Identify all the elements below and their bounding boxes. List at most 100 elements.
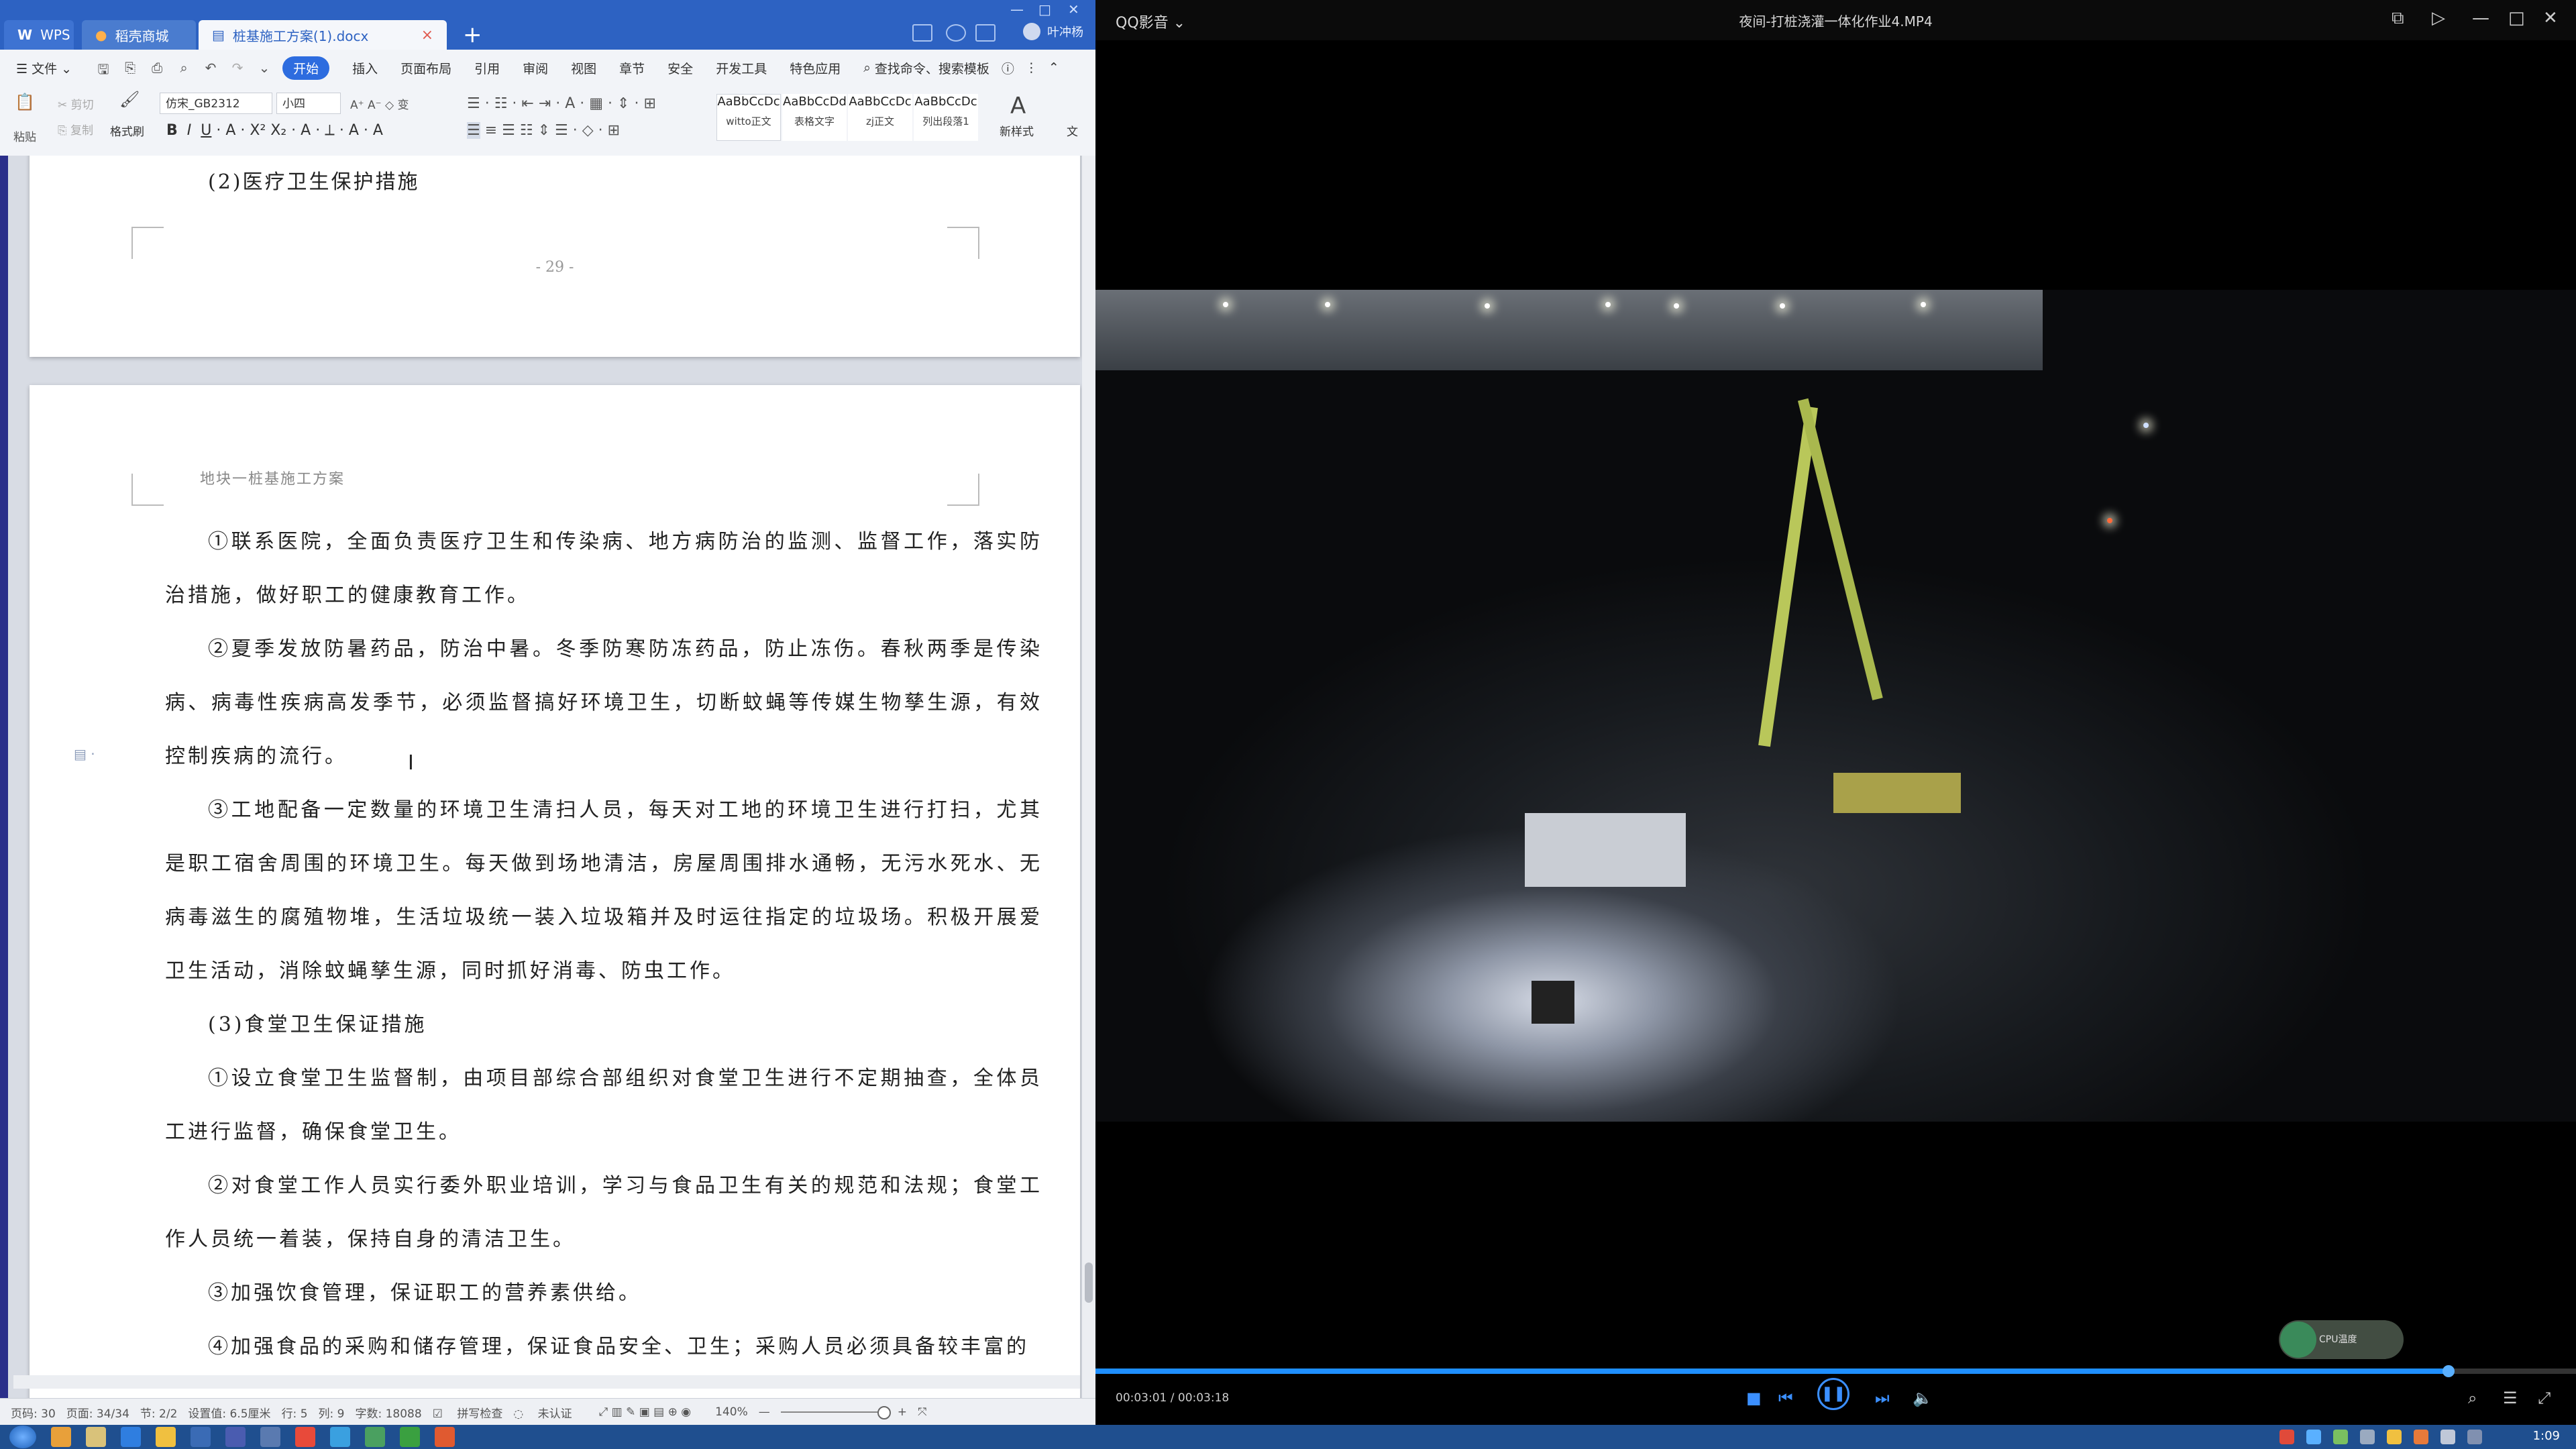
page-30[interactable]: 地块一桩基施工方案 ①联系医院，全面负责医疗卫生和传染病、地方病防治的监测、监督… xyxy=(30,385,1080,1398)
more-icon[interactable]: ⋮ xyxy=(1025,60,1038,75)
status-words[interactable]: 字数: 18088 xyxy=(355,1404,421,1421)
seek-bar-knob[interactable] xyxy=(2443,1365,2455,1377)
spell-check[interactable]: ☑ 拼写检查 xyxy=(433,1404,503,1421)
zoom-slider-knob[interactable] xyxy=(877,1406,891,1419)
font-grow-icon[interactable]: A⁺ A⁻ ◇ 变 xyxy=(350,95,409,112)
menu-view[interactable]: 视图 xyxy=(571,59,596,77)
file-menu[interactable]: ☰ 文件 ⌄ xyxy=(16,59,72,77)
status-page-no[interactable]: 页码: 30 xyxy=(11,1404,56,1421)
cert-status[interactable]: ◌ 未认证 xyxy=(513,1404,572,1421)
fullscreen-icon[interactable]: ⤢ xyxy=(2538,1389,2551,1407)
style-table-text[interactable]: AaBbCcDd 表格文字 xyxy=(782,94,847,141)
align-tools[interactable]: ☰ ≡ ☰ ☷ ⇕ ☰ · ◇ · ⊞ xyxy=(467,122,620,139)
save-icon[interactable]: 🖫 xyxy=(95,60,112,77)
close-icon[interactable]: ✕ xyxy=(2543,8,2558,28)
zoom-in-icon[interactable]: + xyxy=(898,1405,907,1419)
minimize-icon[interactable]: — xyxy=(1010,1,1024,17)
help-icon[interactable]: ⓘ xyxy=(1002,59,1014,77)
zoom-level[interactable]: 140% xyxy=(715,1405,748,1419)
app-icon-6[interactable] xyxy=(330,1427,350,1447)
minimize-icon[interactable]: — xyxy=(2472,8,2489,28)
style-witto[interactable]: AaBbCcDc witto正文 xyxy=(716,94,781,141)
tab-wps-home[interactable]: W WPS xyxy=(4,20,74,50)
paste-icon[interactable]: 📋 xyxy=(15,93,35,111)
horizontal-scrollbar[interactable] xyxy=(13,1375,1080,1389)
list-tools[interactable]: ☰ · ☷ · ⇤ ⇥ · A · ▦ · ⇕ · ⊞ xyxy=(467,95,656,112)
status-pages[interactable]: 页面: 34/34 xyxy=(66,1404,129,1421)
style-zj[interactable]: AaBbCcDc zj正文 xyxy=(848,94,912,141)
tray-icon[interactable] xyxy=(2414,1430,2428,1444)
user-account[interactable]: 叶冲杨 xyxy=(1023,23,1083,40)
settings-icon[interactable]: ☰ xyxy=(2503,1389,2518,1407)
layout-icon[interactable] xyxy=(912,24,932,42)
app-icon-8[interactable] xyxy=(435,1427,455,1447)
start-button-icon[interactable] xyxy=(9,1426,36,1448)
menu-insert[interactable]: 插入 xyxy=(352,59,378,77)
app-icon-3[interactable] xyxy=(191,1427,211,1447)
tray-icon[interactable] xyxy=(2279,1430,2294,1444)
share-icon[interactable] xyxy=(975,24,996,42)
style-list-paragraph[interactable]: AaBbCcDc 列出段落1 xyxy=(914,94,978,141)
stop-icon[interactable]: ■ xyxy=(1746,1389,1762,1407)
menu-chapter[interactable]: 章节 xyxy=(619,59,645,77)
folder-icon[interactable] xyxy=(86,1427,106,1447)
preview-icon[interactable]: ⌕ xyxy=(175,60,193,76)
previous-icon[interactable]: ⏮ xyxy=(1778,1389,1793,1407)
playlist-icon[interactable]: ▷ xyxy=(2432,8,2445,28)
maximize-icon[interactable]: □ xyxy=(2508,8,2525,28)
menu-references[interactable]: 引用 xyxy=(474,59,500,77)
app-icon-4[interactable] xyxy=(225,1427,246,1447)
align-left-icon[interactable]: ☰ xyxy=(467,122,480,139)
zoom-slider[interactable] xyxy=(780,1406,891,1419)
menu-start[interactable]: 开始 xyxy=(282,56,330,80)
excel-icon[interactable] xyxy=(400,1427,420,1447)
paragraph-marker-icon[interactable]: ▤ · xyxy=(74,746,95,762)
tray-icon[interactable] xyxy=(2333,1430,2348,1444)
zoom-out-icon[interactable]: — xyxy=(759,1405,770,1419)
command-search[interactable]: ⌕ 查找命令、搜索模板 xyxy=(863,59,989,77)
volume-icon[interactable]: 🔈 xyxy=(1913,1389,1933,1407)
app-icon-2[interactable] xyxy=(156,1427,176,1447)
pause-button[interactable]: ❚❚ xyxy=(1817,1378,1849,1410)
tray-icon[interactable] xyxy=(2360,1430,2375,1444)
new-style-label[interactable]: 新样式 xyxy=(1000,122,1034,139)
undo-icon[interactable]: ↶ xyxy=(202,60,219,76)
chrome-icon[interactable] xyxy=(295,1427,315,1447)
new-style-icon[interactable]: A xyxy=(1010,93,1026,119)
tray-icon[interactable] xyxy=(2387,1430,2402,1444)
scroll-thumb[interactable] xyxy=(1085,1263,1093,1303)
text-tool-label[interactable]: 文 xyxy=(1067,122,1078,139)
export-icon[interactable]: ⎘ xyxy=(121,60,139,76)
cpu-temp-widget[interactable]: CPU温度 xyxy=(2279,1320,2404,1359)
view-mode-icons[interactable]: ⤢ ▥ ✎ ▣ ▤ ⊕ ◉ xyxy=(599,1405,692,1419)
close-tab-icon[interactable]: × xyxy=(421,27,433,44)
page-29[interactable]: (2)医疗卫生保护措施 - 29 - xyxy=(30,156,1080,357)
volume-tray-icon[interactable] xyxy=(2440,1430,2455,1444)
network-tray-icon[interactable] xyxy=(2467,1430,2482,1444)
browser-icon[interactable] xyxy=(121,1427,141,1447)
copy-button[interactable]: ⎘ 复制 xyxy=(58,121,93,138)
menu-special[interactable]: 特色应用 xyxy=(790,59,841,77)
format-painter-icon[interactable]: 🖌 xyxy=(119,90,140,109)
screenshot-icon[interactable]: ⌕ xyxy=(2468,1389,2477,1407)
mini-mode-icon[interactable]: ⧉ xyxy=(2392,8,2404,29)
quick-access-more-icon[interactable]: ⌄ xyxy=(256,60,273,76)
next-icon[interactable]: ⏭ xyxy=(1875,1389,1890,1407)
tray-icon[interactable] xyxy=(2306,1430,2321,1444)
font-size-select[interactable]: 小四 xyxy=(276,93,341,114)
paste-label[interactable]: 粘贴 xyxy=(13,127,36,144)
taskbar-clock[interactable]: 1:09 xyxy=(2533,1429,2560,1443)
collapse-ribbon-icon[interactable]: ⌃ xyxy=(1049,60,1059,75)
menu-review[interactable]: 审阅 xyxy=(523,59,548,77)
fit-page-icon[interactable]: ⤧ xyxy=(918,1405,927,1419)
maximize-icon[interactable]: □ xyxy=(1038,1,1051,17)
player-app-menu[interactable]: QQ影音 ⌄ xyxy=(1116,11,1185,32)
menu-security[interactable]: 安全 xyxy=(667,59,693,77)
tab-docer-store[interactable]: ● 稻壳商城 xyxy=(82,20,196,50)
skin-icon[interactable] xyxy=(946,24,966,42)
tab-document[interactable]: ▤ 桩基施工方案(1).docx × xyxy=(199,20,447,50)
new-tab-button[interactable]: + xyxy=(463,21,482,48)
close-icon[interactable]: ✕ xyxy=(1068,1,1079,17)
menu-page-layout[interactable]: 页面布局 xyxy=(400,59,451,77)
menu-developer[interactable]: 开发工具 xyxy=(716,59,767,77)
